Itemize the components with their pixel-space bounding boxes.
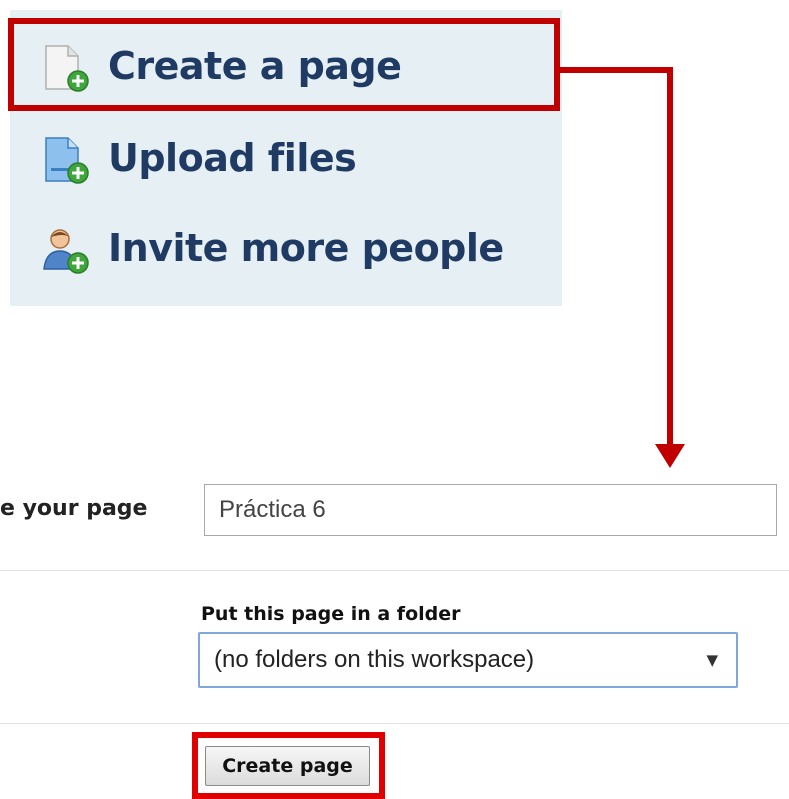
upload-files-link[interactable]: Upload files <box>10 124 562 194</box>
create-page-button[interactable]: Create page <box>205 746 370 786</box>
page-name-input[interactable] <box>204 484 777 536</box>
folder-label: Put this page in a folder <box>201 603 461 625</box>
page-name-label: e your page <box>0 496 148 521</box>
highlight-box-create-page <box>8 18 560 111</box>
dropdown-arrow-icon: ▼ <box>706 651 718 669</box>
upload-files-label: Upload files <box>108 136 357 180</box>
folder-select-value: (no folders on this workspace) <box>214 646 535 673</box>
divider <box>0 570 789 571</box>
folder-select[interactable]: (no folders on this workspace) ▼ <box>198 632 738 688</box>
invite-people-link[interactable]: Invite more people <box>10 214 562 284</box>
user-add-icon <box>43 229 89 274</box>
file-upload-icon <box>45 137 89 184</box>
divider <box>0 723 789 724</box>
invite-people-label: Invite more people <box>108 226 504 270</box>
